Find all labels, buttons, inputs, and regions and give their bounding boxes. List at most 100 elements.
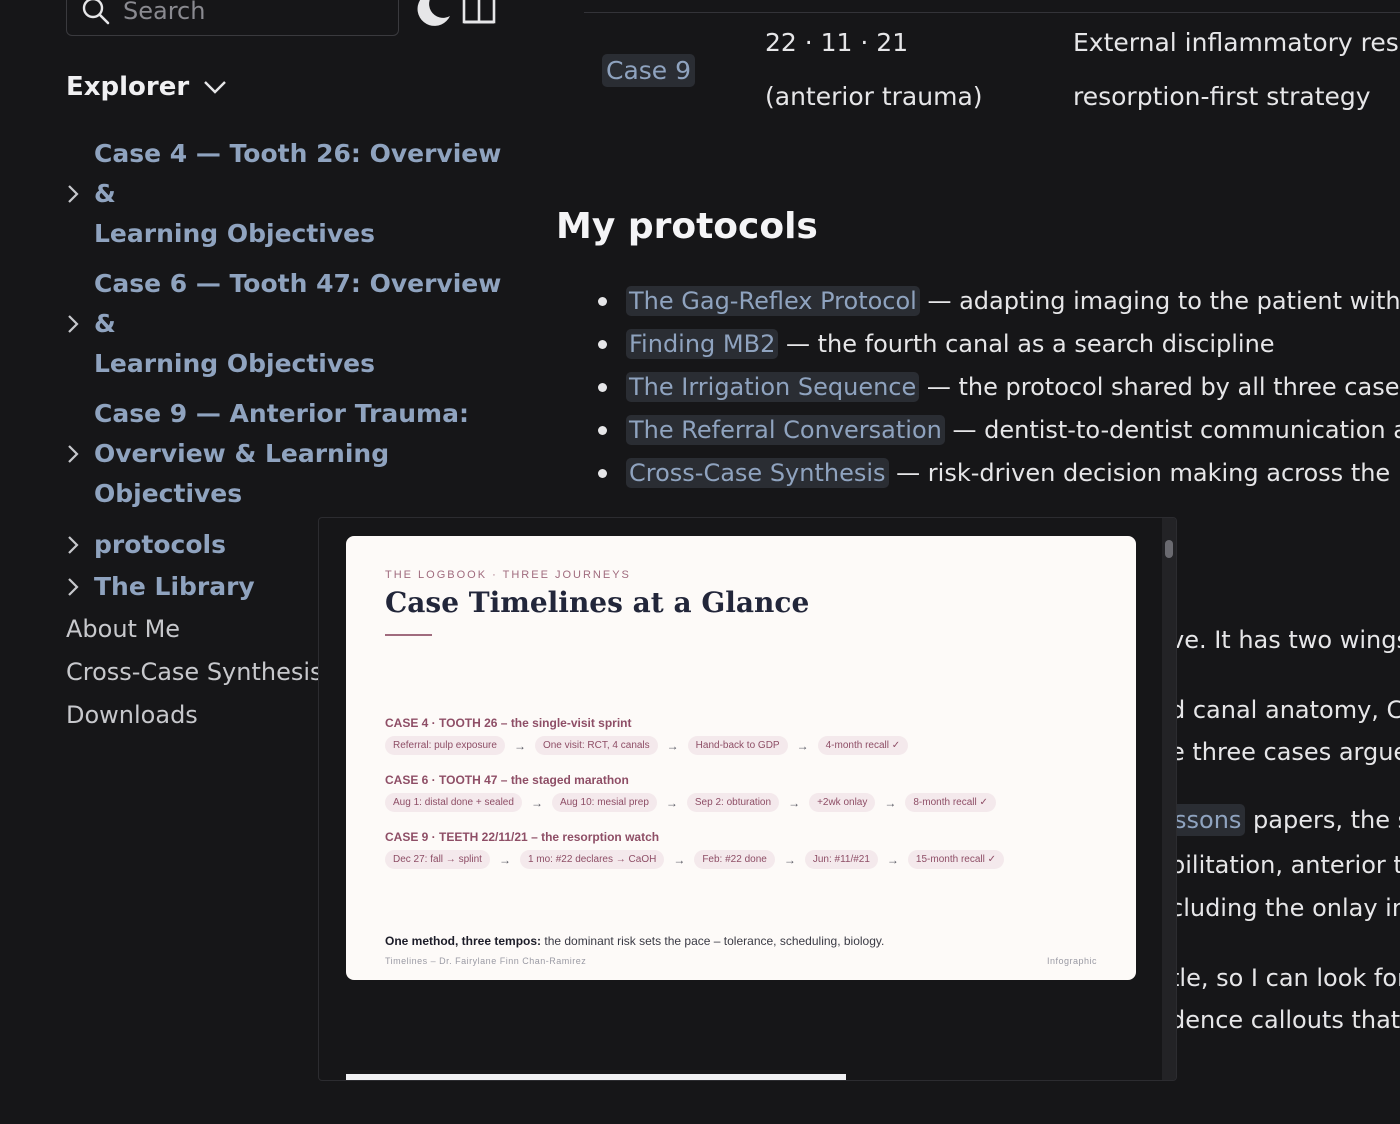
- body-text-fragment: ve. It has two wings,: [1170, 626, 1400, 654]
- search-placeholder: Search: [123, 0, 206, 25]
- scrollbar-thumb[interactable]: [1165, 540, 1173, 558]
- table-cell-date: 22 · 11 · 21: [765, 28, 909, 57]
- body-link-lessons[interactable]: ssons: [1170, 804, 1246, 836]
- timeline-step: 8-month recall ✓: [905, 793, 996, 812]
- list-item: The Irrigation Sequence — the protocol s…: [598, 366, 1400, 409]
- table-divider: [584, 12, 1400, 13]
- body-text-fragment: d canal anatomy, CB: [1170, 696, 1400, 724]
- chevron-right-icon[interactable]: [66, 576, 80, 598]
- arrow-right-icon: →: [788, 795, 801, 810]
- arrow-right-icon: →: [666, 738, 679, 753]
- timeline-steps: Aug 1: distal done + sealed → Aug 10: me…: [385, 793, 996, 812]
- bullet: [598, 297, 607, 306]
- timeline-case-4: CASE 4 · TOOTH 26 – the single-visit spr…: [385, 716, 909, 755]
- arrow-right-icon: →: [498, 852, 511, 867]
- protocol-link-referral[interactable]: The Referral Conversation: [626, 415, 945, 445]
- bullet: [598, 383, 607, 392]
- body-text-fragment: dence callouts that p: [1170, 1006, 1400, 1034]
- chevron-right-icon[interactable]: [66, 313, 80, 335]
- timeline-case-9: CASE 9 · TEETH 22/11/21 – the resorption…: [385, 830, 1004, 869]
- chevron-down-icon: [204, 81, 227, 94]
- tree-folder-case-4[interactable]: Case 4 — Tooth 26: Overview & Learning O…: [66, 134, 506, 254]
- moon-icon[interactable]: [412, 0, 452, 28]
- timeline-step: 4-month recall ✓: [817, 736, 909, 755]
- timeline-step: Dec 27: fall → splint: [385, 850, 490, 869]
- arrow-right-icon: →: [886, 852, 899, 867]
- timeline-heading: CASE 9 · TEETH 22/11/21 – the resorption…: [385, 830, 660, 844]
- arrow-right-icon: →: [673, 852, 686, 867]
- timeline-step: Feb: #22 done: [694, 850, 775, 869]
- clipped-heading: [346, 1070, 846, 1080]
- infographic-card: THE LOGBOOK · THREE JOURNEYS Case Timeli…: [346, 536, 1136, 980]
- bullet: [598, 469, 607, 478]
- protocol-description: — the protocol shared by all three cases: [919, 373, 1400, 401]
- timeline-steps: Dec 27: fall → splint → 1 mo: #22 declar…: [385, 850, 1004, 869]
- infographic-eyebrow: THE LOGBOOK · THREE JOURNEYS: [385, 569, 631, 581]
- protocol-link-irrigation[interactable]: The Irrigation Sequence: [626, 372, 920, 402]
- body-text-fragment: bilitation, anterior tec: [1170, 851, 1400, 879]
- table-cell-description: External inflammatory resorp: [1073, 28, 1400, 57]
- bullet: [598, 426, 607, 435]
- body-text-fragment: e three cases argue f: [1170, 738, 1400, 766]
- timeline-heading: CASE 6 · TOOTH 47 – the staged marathon: [385, 773, 629, 787]
- arrow-right-icon: →: [783, 852, 796, 867]
- timeline-step: One visit: RCT, 4 canals: [534, 736, 658, 755]
- timeline-step: Referral: pulp exposure: [385, 736, 505, 755]
- protocol-description: — adapting imaging to the patient withou…: [927, 287, 1400, 315]
- body-text-fragment: cluding the onlay in: [1170, 894, 1400, 922]
- chevron-right-icon[interactable]: [66, 183, 80, 205]
- tree-link-case-6[interactable]: Case 6 — Tooth 47: Overview & Learning O…: [94, 264, 506, 384]
- chevron-right-icon[interactable]: [66, 534, 80, 556]
- protocol-link-gag-reflex[interactable]: The Gag-Reflex Protocol: [626, 286, 920, 316]
- arrow-right-icon: →: [665, 795, 678, 810]
- book-icon[interactable]: [460, 0, 498, 26]
- chevron-right-icon[interactable]: [66, 443, 80, 465]
- infographic-credit: Timelines – Dr. Fairylane Finn Chan-Rami…: [385, 956, 587, 966]
- tree-link-case-4[interactable]: Case 4 — Tooth 26: Overview & Learning O…: [94, 134, 506, 254]
- timeline-step: +2wk onlay: [809, 793, 876, 812]
- explorer-toggle[interactable]: Explorer: [66, 72, 227, 102]
- table-cell-description-cont: resorption-first strategy: [1073, 82, 1371, 111]
- timeline-step: Hand-back to GDP: [687, 736, 788, 755]
- timeline-step: Sep 2: obturation: [686, 793, 780, 812]
- popover-scrollbar[interactable]: [1162, 518, 1176, 1080]
- arrow-right-icon: →: [530, 795, 543, 810]
- list-item: Cross-Case Synthesis — risk-driven decis…: [598, 452, 1400, 495]
- arrow-right-icon: →: [884, 795, 897, 810]
- protocol-description: — dentist-to-dentist communication as cl…: [952, 416, 1400, 444]
- tree-folder-case-6[interactable]: Case 6 — Tooth 47: Overview & Learning O…: [66, 264, 506, 384]
- link-preview-popover[interactable]: THE LOGBOOK · THREE JOURNEYS Case Timeli…: [318, 517, 1177, 1081]
- search-box[interactable]: Search: [66, 0, 399, 36]
- body-text-fragment: ssons papers, the st: [1170, 804, 1400, 836]
- timeline-steps: Referral: pulp exposure → One visit: RCT…: [385, 736, 909, 755]
- list-item: Finding MB2 — the fourth canal as a sear…: [598, 323, 1400, 366]
- timeline-step: 15-month recall ✓: [907, 850, 1004, 869]
- bullet: [598, 340, 607, 349]
- timeline-step: Aug 1: distal done + sealed: [385, 793, 522, 812]
- protocol-description: — the fourth canal as a search disciplin…: [778, 330, 1275, 358]
- protocol-link-synthesis[interactable]: Cross-Case Synthesis: [626, 458, 889, 488]
- arrow-right-icon: →: [796, 738, 809, 753]
- protocol-link-mb2[interactable]: Finding MB2: [626, 329, 779, 359]
- timeline-heading: CASE 4 · TOOTH 26 – the single-visit spr…: [385, 716, 632, 730]
- infographic-title: Case Timelines at a Glance: [385, 586, 810, 619]
- arrow-right-icon: →: [513, 738, 526, 753]
- infographic-summary: One method, three tempos: the dominant r…: [385, 934, 885, 948]
- list-item: The Gag-Reflex Protocol — adapting imagi…: [598, 280, 1400, 323]
- table-cell-date-note: (anterior trauma): [765, 82, 983, 111]
- protocols-list: The Gag-Reflex Protocol — adapting imagi…: [598, 280, 1400, 495]
- section-heading-protocols: My protocols: [556, 206, 818, 247]
- case-9-link[interactable]: Case 9: [602, 54, 696, 87]
- list-item: The Referral Conversation — dentist-to-d…: [598, 409, 1400, 452]
- accent-rule: [385, 634, 432, 636]
- timeline-step: Aug 10: mesial prep: [551, 793, 657, 812]
- infographic-kind-label: Infographic: [1046, 956, 1097, 966]
- timeline-case-6: CASE 6 · TOOTH 47 – the staged marathon …: [385, 773, 996, 812]
- search-icon: [82, 0, 110, 25]
- protocol-description: — risk-driven decision making across the…: [896, 459, 1400, 487]
- tree-folder-case-9[interactable]: Case 9 — Anterior Trauma: Overview & Lea…: [66, 394, 506, 514]
- tree-link-case-9[interactable]: Case 9 — Anterior Trauma: Overview & Lea…: [94, 394, 506, 514]
- timeline-step: Jun: #11/#21: [804, 850, 878, 869]
- explorer-title: Explorer: [66, 72, 190, 102]
- body-text-fragment: tle, so I can look for: [1170, 964, 1400, 992]
